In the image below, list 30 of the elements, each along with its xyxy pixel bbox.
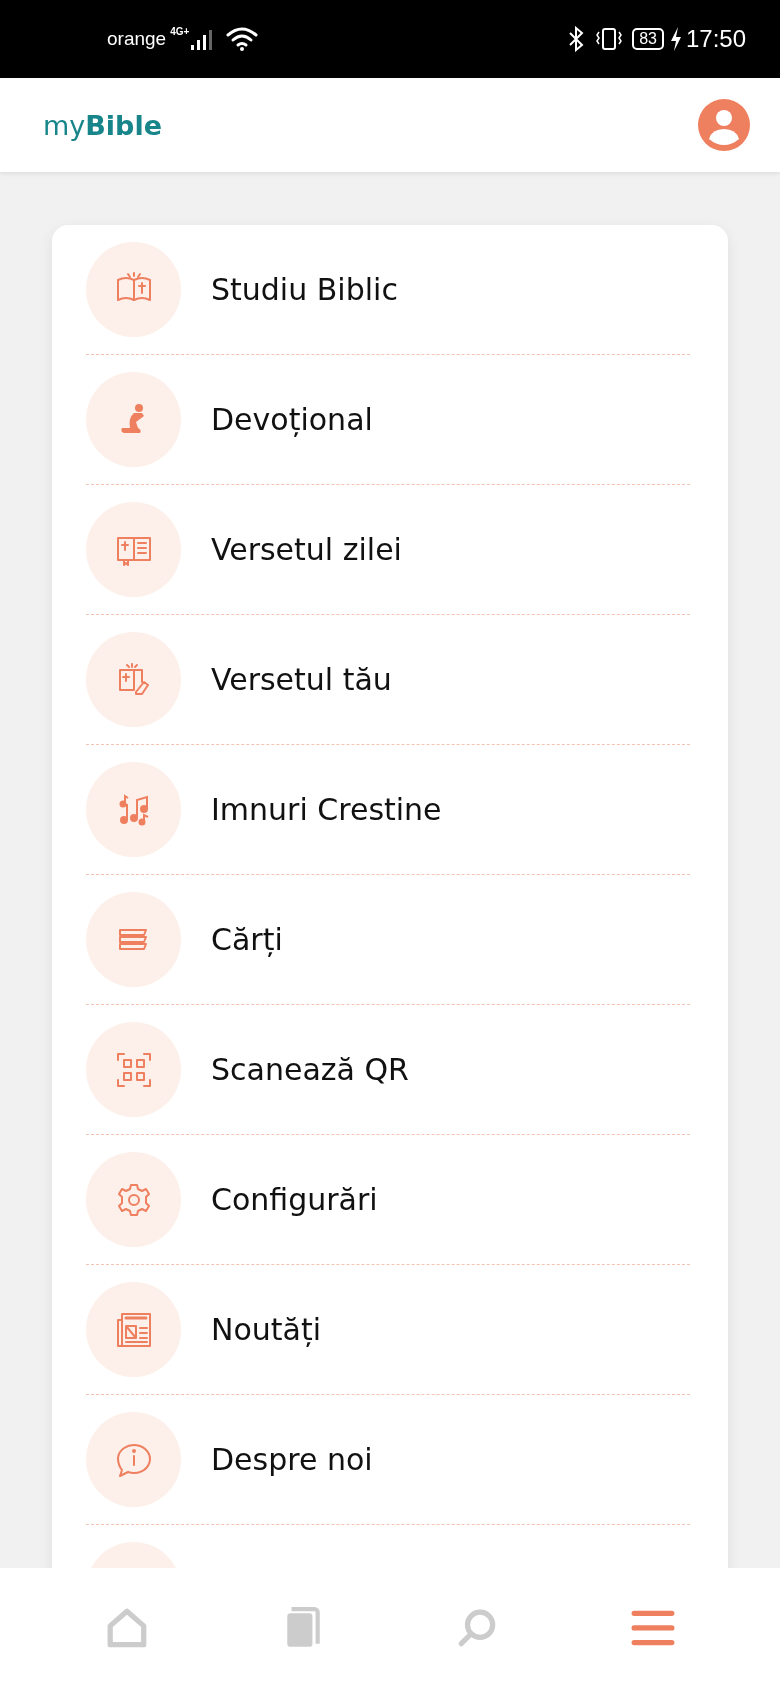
menu-item[interactable]: Studiu Biblic: [86, 225, 690, 355]
menu-label: Configurări: [211, 1182, 378, 1217]
network-type: 4G+: [170, 25, 190, 37]
menu-item[interactable]: Versetul tău: [86, 615, 690, 745]
carrier-name: orange: [107, 28, 167, 50]
menu-label: Studiu Biblic: [211, 272, 398, 307]
menu-item[interactable]: Imnuri Crestine: [86, 745, 690, 875]
menu-item[interactable]: Cărți: [86, 875, 690, 1005]
menu-label: Cărți: [211, 922, 283, 957]
menu-label: Devoțional: [211, 402, 373, 437]
menu-label: Despre noi: [211, 1442, 373, 1477]
charging-icon: [669, 27, 682, 51]
battery-level: 83: [632, 28, 664, 50]
menu-label: Scanează QR: [211, 1052, 409, 1087]
app-logo: myBible: [43, 109, 162, 141]
menu-label: Versetul tău: [211, 662, 392, 697]
bluetooth-icon: [568, 26, 585, 52]
profile-icon[interactable]: [698, 99, 750, 151]
menu-label: Noutăți: [211, 1312, 322, 1347]
menu-item[interactable]: Scanează QR: [86, 1005, 690, 1135]
menu-label: Versetul zilei: [211, 532, 402, 567]
menu-item[interactable]: Devoțional: [86, 355, 690, 485]
wifi-icon: [225, 26, 260, 52]
clock-time: 17:50: [685, 25, 746, 53]
menu-item[interactable]: Configurări: [86, 1135, 690, 1265]
menu-item[interactable]: Noutăți: [86, 1265, 690, 1395]
menu-item[interactable]: Versetul zilei: [86, 485, 690, 615]
menu-label: Imnuri Crestine: [211, 792, 442, 827]
vibrate-icon: [594, 27, 625, 51]
menu-item[interactable]: Despre noi: [86, 1395, 690, 1525]
